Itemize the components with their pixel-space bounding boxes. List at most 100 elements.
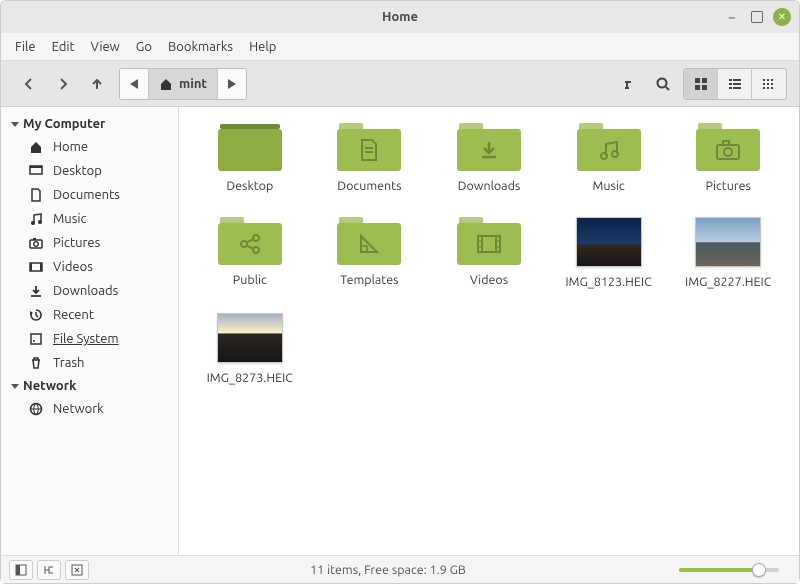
image-thumbnail — [576, 217, 642, 267]
sidebar-item-downloads[interactable]: Downloads — [1, 279, 178, 303]
window-title: Home — [1, 10, 799, 24]
toggle-location-button[interactable] — [615, 68, 647, 100]
search-button[interactable] — [647, 68, 679, 100]
grid-item[interactable]: Downloads — [430, 119, 548, 197]
hide-panel-icon — [71, 564, 83, 576]
image-thumbnail — [695, 217, 761, 267]
sidebar-item-pictures[interactable]: Pictures — [1, 231, 178, 255]
item-label: Documents — [337, 179, 401, 193]
tree-icon — [43, 564, 55, 576]
grid-item[interactable]: Documents — [311, 119, 429, 197]
back-button[interactable] — [13, 68, 45, 100]
content-area[interactable]: Desktop Documents Downloads Music Pictures Pu… — [179, 107, 799, 555]
grid-icon — [694, 77, 708, 91]
minimize-button[interactable]: − — [723, 8, 741, 26]
statusbar: 11 items, Free space: 1.9 GB — [1, 555, 799, 583]
list-icon — [728, 77, 742, 91]
icon-view-button[interactable] — [684, 69, 718, 99]
show-places-button[interactable] — [9, 560, 33, 580]
menubar: File Edit View Go Bookmarks Help — [1, 33, 799, 61]
menu-view[interactable]: View — [91, 40, 120, 54]
item-label: IMG_8273.HEIC — [207, 371, 293, 385]
grid-item[interactable]: Music — [550, 119, 668, 197]
grid-item[interactable]: Templates — [311, 213, 429, 293]
sidebar-item-home[interactable]: Home — [1, 135, 178, 159]
maximize-button[interactable] — [751, 11, 763, 23]
close-sidebar-button[interactable] — [65, 560, 89, 580]
sidebar-item-label: File System — [53, 332, 119, 346]
sidebar-section-title: Network — [23, 379, 76, 393]
sidebar-item-videos[interactable]: Videos — [1, 255, 178, 279]
menu-help[interactable]: Help — [249, 40, 276, 54]
sidebar-section-header[interactable]: Network — [1, 375, 178, 397]
item-label: Pictures — [705, 179, 750, 193]
menu-go[interactable]: Go — [136, 40, 152, 54]
list-view-button[interactable] — [718, 69, 752, 99]
location-toggle-icon — [623, 76, 639, 92]
music-icon — [29, 212, 45, 226]
camera-icon — [29, 236, 45, 250]
sidebar-item-label: Network — [53, 402, 104, 416]
menu-edit[interactable]: Edit — [52, 40, 75, 54]
trash-icon — [29, 356, 45, 370]
sidebar-section-header[interactable]: My Computer — [1, 113, 178, 135]
grid-item[interactable]: IMG_8273.HEIC — [191, 309, 309, 389]
sidebar-item-label: Videos — [53, 260, 93, 274]
grid-item[interactable]: Public — [191, 213, 309, 293]
sidebar-item-file-system[interactable]: File System — [1, 327, 178, 351]
triangle-right-icon — [228, 79, 236, 89]
sidebar-item-network[interactable]: Network — [1, 397, 178, 421]
sidebar-item-recent[interactable]: Recent — [1, 303, 178, 327]
item-label: Downloads — [458, 179, 521, 193]
menu-bookmarks[interactable]: Bookmarks — [168, 40, 233, 54]
triangle-left-icon — [130, 79, 138, 89]
folder-icon — [337, 123, 401, 171]
sidebar-item-label: Documents — [53, 188, 120, 202]
path-prev-button[interactable] — [120, 69, 149, 99]
grid-item[interactable]: IMG_8123.HEIC — [550, 213, 668, 293]
item-label: IMG_8227.HEIC — [685, 275, 771, 289]
path-segment-current[interactable]: mint — [149, 69, 218, 99]
path-next-button[interactable] — [218, 69, 246, 99]
path-bar: mint — [119, 68, 247, 100]
titlebar: Home − — [1, 1, 799, 33]
sidebar-item-trash[interactable]: Trash — [1, 351, 178, 375]
places-icon — [15, 564, 27, 576]
up-button[interactable] — [81, 68, 113, 100]
sidebar-item-desktop[interactable]: Desktop — [1, 159, 178, 183]
status-text: 11 items, Free space: 1.9 GB — [97, 563, 679, 577]
item-label: Templates — [340, 273, 398, 287]
grid-item[interactable]: IMG_8227.HEIC — [669, 213, 787, 293]
folder-icon — [218, 123, 282, 171]
folder-icon — [337, 217, 401, 265]
video-icon — [29, 260, 45, 274]
item-label: Videos — [470, 273, 508, 287]
forward-button[interactable] — [47, 68, 79, 100]
zoom-slider[interactable] — [679, 568, 799, 572]
menu-file[interactable]: File — [15, 40, 36, 54]
sidebar-section-title: My Computer — [23, 117, 105, 131]
download-icon — [29, 284, 45, 298]
document-icon — [29, 188, 45, 202]
compact-icon — [762, 77, 776, 91]
grid-item[interactable]: Videos — [430, 213, 548, 293]
grid-item[interactable]: Desktop — [191, 119, 309, 197]
folder-icon — [218, 217, 282, 265]
home-icon — [29, 140, 45, 154]
sidebar-item-label: Desktop — [53, 164, 102, 178]
sidebar-item-documents[interactable]: Documents — [1, 183, 178, 207]
arrow-up-icon — [89, 76, 105, 92]
sidebar-item-label: Pictures — [53, 236, 100, 250]
grid-item[interactable]: Pictures — [669, 119, 787, 197]
sidebar-item-label: Downloads — [53, 284, 118, 298]
sidebar-item-music[interactable]: Music — [1, 207, 178, 231]
compact-view-button[interactable] — [752, 69, 786, 99]
toolbar: mint — [1, 61, 799, 107]
sidebar: My Computer Home Desktop Documents Music Pict… — [1, 107, 179, 555]
close-button[interactable] — [773, 8, 791, 26]
folder-icon — [457, 123, 521, 171]
item-label: Music — [592, 179, 624, 193]
home-icon — [159, 77, 173, 91]
item-label: IMG_8123.HEIC — [565, 275, 651, 289]
show-treeview-button[interactable] — [37, 560, 61, 580]
